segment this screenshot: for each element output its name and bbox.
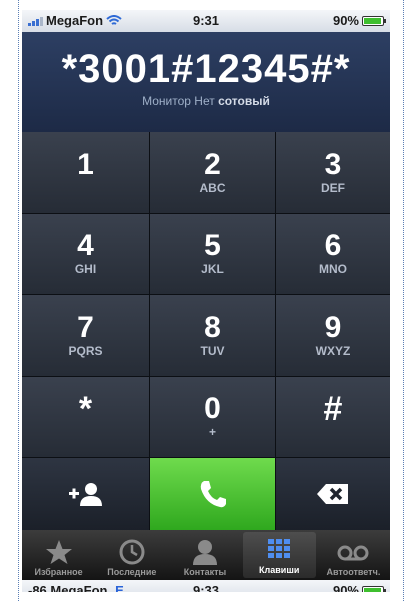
- key-digit: #: [323, 390, 343, 429]
- key-digit: 2: [204, 147, 221, 181]
- key-5[interactable]: 5 JKL: [150, 213, 276, 295]
- key-digit: 5: [204, 229, 221, 263]
- key-digit: 4: [77, 229, 94, 263]
- key-digit: 0: [204, 392, 221, 426]
- battery-group: 90%: [332, 583, 386, 592]
- delete-button[interactable]: [276, 458, 390, 530]
- person-icon: [193, 540, 217, 565]
- contact-type: сотовый: [218, 94, 270, 108]
- key-letters: DEF: [321, 180, 345, 195]
- status-bar-secondary: -86 MegaFon E 9:33 90%: [22, 580, 390, 592]
- tab-label: Избранное: [34, 567, 83, 577]
- tab-label: Контакты: [183, 567, 227, 577]
- key-digit: 1: [77, 147, 94, 181]
- tab-voicemail[interactable]: Автоответч.: [317, 530, 390, 580]
- battery-percent: 90%: [332, 13, 359, 28]
- star-icon: [45, 540, 72, 564]
- contact-name: Монитор Нет: [142, 94, 215, 108]
- call-button[interactable]: [150, 458, 276, 530]
- key-digit: 9: [324, 310, 342, 344]
- key-digit: 8: [204, 310, 221, 344]
- key-hash[interactable]: #: [276, 376, 390, 458]
- battery-icon: [362, 15, 386, 26]
- key-letters: MNO: [319, 262, 347, 277]
- tab-keypad[interactable]: Клавиши: [242, 532, 316, 578]
- phone-icon: [200, 481, 226, 508]
- tab-recents[interactable]: Последние: [95, 530, 168, 580]
- key-0[interactable]: 0 +: [150, 376, 276, 458]
- key-1[interactable]: 1: [22, 132, 150, 214]
- phone-screen: MegaFon 9:31 90% *3001#12345#* Монитор Н…: [22, 10, 390, 592]
- key-digit: *: [78, 390, 93, 429]
- add-contact-icon: [68, 483, 102, 506]
- add-contact-button[interactable]: [22, 458, 150, 530]
- battery-percent: 90%: [332, 583, 359, 592]
- key-letters: ABC: [199, 180, 226, 195]
- key-letters: PQRS: [68, 343, 103, 358]
- key-letters: WXYZ: [315, 343, 351, 358]
- battery-group: 90%: [332, 13, 386, 28]
- keypad-icon: [268, 539, 291, 558]
- number-display: *3001#12345#* Монитор Нет сотовый: [22, 32, 390, 132]
- tab-favorites[interactable]: Избранное: [22, 530, 95, 580]
- tab-label: Последние: [107, 567, 157, 577]
- key-3[interactable]: 3 DEF: [276, 132, 390, 214]
- key-4[interactable]: 4 GHI: [22, 213, 150, 295]
- key-letters: JKL: [201, 262, 224, 277]
- key-letters: GHI: [74, 262, 97, 277]
- action-row: [22, 458, 390, 530]
- contact-match[interactable]: Монитор Нет сотовый: [22, 94, 390, 108]
- key-digit: 7: [77, 310, 94, 344]
- status-bar: MegaFon 9:31 90%: [22, 10, 390, 32]
- key-9[interactable]: 9 WXYZ: [276, 295, 390, 377]
- key-2[interactable]: 2 ABC: [150, 132, 276, 214]
- key-7[interactable]: 7 PQRS: [22, 295, 150, 377]
- tab-bar: Избранное Последние Контакты Клавиши Авт…: [22, 530, 390, 580]
- tab-contacts[interactable]: Контакты: [168, 530, 241, 580]
- keypad: 1 2 ABC 3 DEF 4 GHI 5 JKL 6 MNO 7 PQRS 8 TUV 9W…: [22, 132, 390, 458]
- tab-label: Автоответч.: [326, 567, 381, 577]
- tab-label: Клавиши: [259, 565, 300, 575]
- key-digit: 3: [324, 147, 342, 181]
- dialed-number[interactable]: *3001#12345#*: [22, 32, 390, 92]
- clock-icon: [119, 539, 145, 565]
- key-letters: +: [208, 425, 216, 440]
- backspace-icon: [317, 484, 348, 504]
- key-star[interactable]: *: [22, 376, 150, 458]
- battery-icon: [362, 585, 386, 592]
- key-8[interactable]: 8 TUV: [150, 295, 276, 377]
- key-letters: TUV: [200, 343, 225, 358]
- key-6[interactable]: 6 MNO: [276, 213, 390, 295]
- key-digit: 6: [324, 229, 342, 263]
- voicemail-icon: [337, 545, 369, 561]
